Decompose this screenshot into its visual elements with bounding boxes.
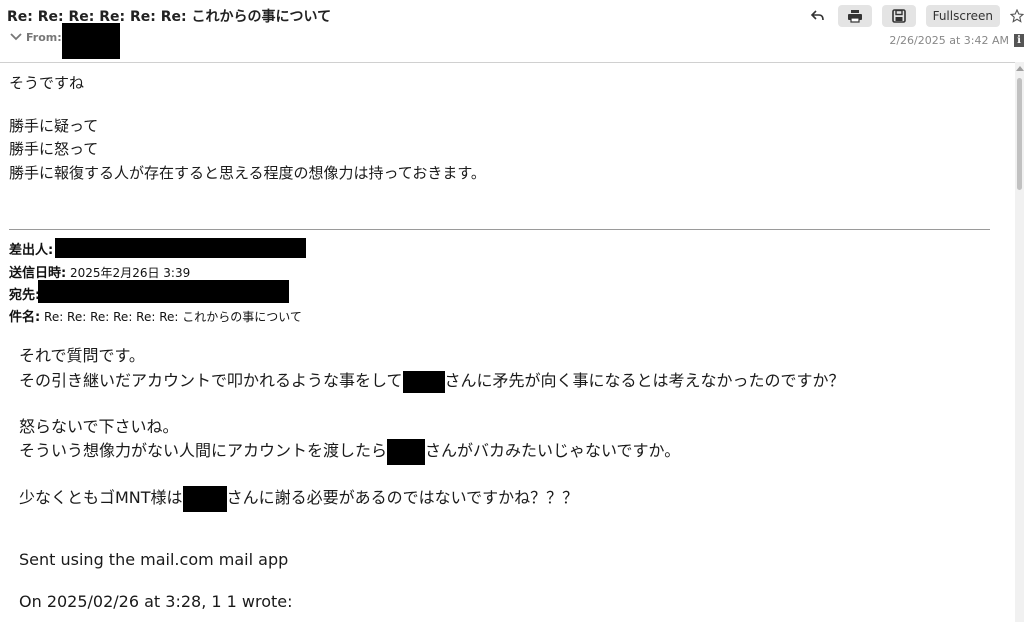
print-button[interactable] [837,5,872,27]
subject-label: 件名: [9,310,41,325]
meta-to: 宛先: [9,284,40,303]
quoted-line-3: 怒らないで下さいね。 [19,417,179,436]
sender-label: 差出人: [9,243,54,258]
redacted-name [402,370,445,393]
redacted-name [182,485,227,512]
quoted-line-2b: さんに矛先が向く事になるとは考えなかったのですか？ [444,371,845,390]
reply-line-3: 勝手に怒って [9,140,99,158]
email-date: 2/26/2025 at 3:42 AM [889,34,1009,47]
save-icon [891,9,906,23]
quoted-line-5b: さんに謝る必要があるのではないですかね？？？ [226,488,579,507]
star-icon [1010,9,1024,23]
quoted-line-5: 少なくともゴMNT様は さんに謝る必要があるのではないですかね？？？ [19,484,578,512]
chevron-down-icon[interactable] [9,30,23,44]
meta-sent: 送信日時: 2025年2月26日 3:39 [9,262,190,281]
scrollbar-thumb[interactable] [1017,78,1022,190]
email-header: Re: Re: Re: Re: Re: Re: これからの事について From: [0,0,1024,63]
quoted-line-2: その引き継いだアカウントで叩かれるような事をして さんに矛先が向く事になるとは考え… [19,367,845,393]
sent-value: 2025年2月26日 3:39 [66,266,191,280]
toolbar: Fullscreen [808,5,1024,27]
quoted-line-4a: そういう想像力がない人間にアカウントを渡したら [19,441,388,460]
quoted-line-5a: 少なくともゴMNT様は [19,488,183,507]
star-button[interactable] [1010,5,1024,27]
reply-line-4: 勝手に報復する人が存在すると思える程度の想像力は持っておきます。 [9,164,486,182]
quote-attribution: On 2025/02/26 at 3:28, 1 1 wrote: [19,592,293,611]
email-subject: Re: Re: Re: Re: Re: Re: これからの事について [7,9,332,25]
reply-button[interactable] [808,5,828,27]
meta-sender: 差出人: [9,239,53,258]
to-label: 宛先: [9,288,41,303]
redacted-recipient [38,280,289,303]
print-icon [847,10,862,23]
save-button[interactable] [881,5,916,27]
redacted-sender [62,23,120,59]
redacted-sender-address [55,238,306,258]
vertical-scrollbar[interactable] [1015,62,1024,622]
info-icon[interactable]: i [1014,34,1024,47]
scroll-up-arrow[interactable] [1016,66,1024,71]
reply-icon [810,10,824,21]
reply-line-1: そうですね [9,74,85,92]
quoted-line-4: そういう想像力がない人間にアカウントを渡したら さんがバカみたいじゃないですか。 [19,437,680,465]
from-toggle[interactable]: From: [9,30,62,44]
from-label: From: [26,30,62,44]
date-row: 2/26/2025 at 3:42 AM i [889,34,1024,47]
subject-value: Re: Re: Re: Re: Re: Re: これからの事について [40,310,302,324]
sent-using-line: Sent using the mail.com mail app [19,550,289,569]
fullscreen-button[interactable]: Fullscreen [925,5,1000,27]
meta-subject: 件名: Re: Re: Re: Re: Re: Re: これからの事について [9,306,302,325]
redacted-name [387,438,426,465]
sent-label: 送信日時: [9,266,67,281]
quoted-line-2a: その引き継いだアカウントで叩かれるような事をして [19,371,403,390]
quoted-line-4b: さんがバカみたいじゃないですか。 [425,441,681,460]
quote-divider [9,229,990,230]
reply-line-2: 勝手に疑って [9,117,99,135]
quoted-line-1: それで質問です。 [19,346,145,365]
